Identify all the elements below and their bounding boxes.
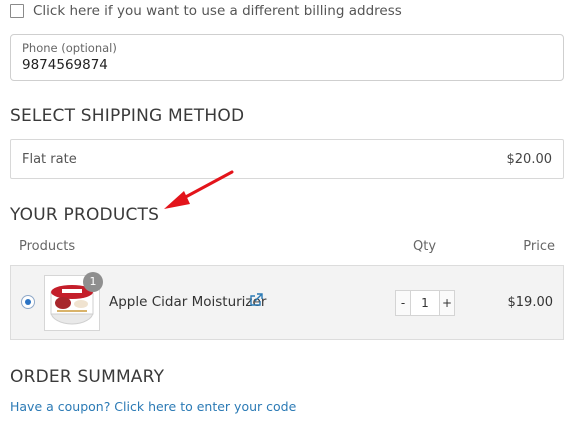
order-summary-heading: ORDER SUMMARY bbox=[10, 367, 165, 387]
quantity-stepper: - 1 + bbox=[395, 290, 455, 316]
different-billing-label[interactable]: Click here if you want to use a differen… bbox=[33, 3, 402, 19]
product-price: $19.00 bbox=[507, 295, 554, 310]
column-header-qty: Qty bbox=[413, 239, 437, 254]
product-name: Apple Cidar Moisturizer bbox=[109, 294, 267, 310]
shipping-method-option[interactable]: Flat rate $20.00 bbox=[10, 139, 564, 179]
phone-field-label: Phone (optional) bbox=[22, 41, 117, 55]
external-link-icon[interactable] bbox=[249, 293, 263, 307]
quantity-input[interactable]: 1 bbox=[411, 291, 439, 315]
different-billing-row[interactable]: Click here if you want to use a differen… bbox=[10, 3, 402, 19]
your-products-heading: YOUR PRODUCTS bbox=[10, 205, 160, 225]
shipping-method-name: Flat rate bbox=[22, 151, 77, 167]
annotation-arrow-icon bbox=[164, 170, 234, 209]
product-row[interactable]: 1 Apple Cidar Moisturizer - 1 + $19.00 bbox=[10, 265, 564, 340]
coupon-link[interactable]: Have a coupon? Click here to enter your … bbox=[10, 399, 296, 414]
shipping-method-heading: SELECT SHIPPING METHOD bbox=[10, 106, 245, 126]
radio-selected-dot bbox=[25, 299, 31, 305]
column-header-price: Price bbox=[523, 239, 555, 254]
product-select-radio[interactable] bbox=[21, 295, 35, 309]
phone-field-value[interactable]: 9874569874 bbox=[22, 57, 108, 73]
checkout-page: Click here if you want to use a differen… bbox=[0, 0, 584, 431]
quantity-decrease-button[interactable]: - bbox=[396, 291, 411, 315]
column-header-products: Products bbox=[19, 239, 76, 254]
quantity-increase-button[interactable]: + bbox=[439, 291, 454, 315]
different-billing-checkbox[interactable] bbox=[10, 4, 24, 18]
product-quantity-badge: 1 bbox=[83, 272, 103, 292]
phone-field[interactable]: Phone (optional) 9874569874 bbox=[10, 34, 564, 81]
products-table-header: Products Qty Price bbox=[10, 234, 564, 260]
shipping-method-price: $20.00 bbox=[506, 151, 553, 167]
